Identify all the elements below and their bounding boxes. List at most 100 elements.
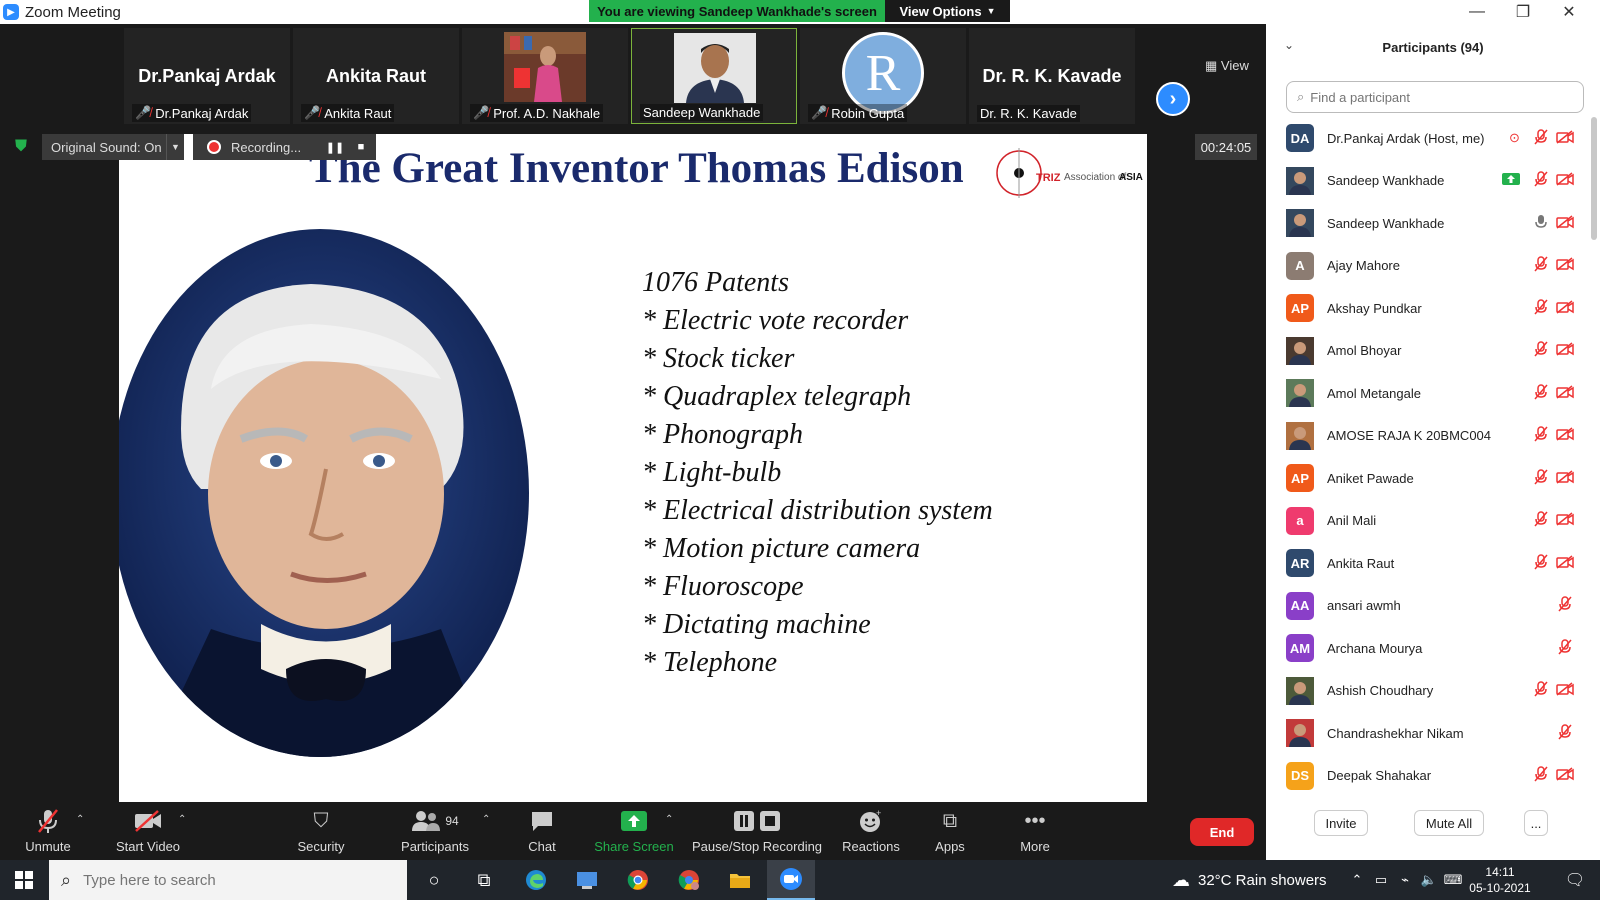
video-tile[interactable]: R 🎤̸ Robin Gupta bbox=[800, 28, 966, 124]
participant-row[interactable]: Ashish Choudhary bbox=[1266, 670, 1590, 713]
recording-label: Recording... bbox=[231, 139, 302, 155]
video-tile[interactable]: Ankita Raut 🎤̸ Ankita Raut bbox=[293, 28, 459, 124]
restore-button[interactable]: ❐ bbox=[1500, 0, 1546, 24]
participant-row[interactable]: AMOSE RAJA K 20BMC004 bbox=[1266, 415, 1590, 458]
reactions-button[interactable]: + Reactions bbox=[836, 804, 906, 860]
cortana-icon[interactable]: ○ bbox=[410, 860, 458, 900]
zoom-taskbar-icon[interactable] bbox=[767, 860, 815, 900]
mic-muted-icon bbox=[1534, 681, 1548, 700]
mic-muted-icon bbox=[1534, 171, 1548, 190]
participant-search-input[interactable] bbox=[1310, 89, 1561, 105]
task-view-icon[interactable]: ⧉ bbox=[460, 860, 508, 900]
apps-button[interactable]: ⧉ Apps bbox=[928, 804, 972, 860]
video-off-icon bbox=[1556, 555, 1574, 572]
taskbar-search[interactable]: ⌕ bbox=[49, 860, 407, 900]
view-button[interactable]: ▦ View bbox=[1205, 58, 1249, 74]
participant-row[interactable]: Amol Bhoyar bbox=[1266, 330, 1590, 373]
mute-all-button[interactable]: Mute All bbox=[1414, 810, 1484, 836]
battery-icon[interactable]: ▭ bbox=[1370, 860, 1392, 900]
chat-button[interactable]: Chat bbox=[520, 804, 564, 860]
windows-start-icon[interactable] bbox=[0, 860, 48, 900]
participant-row[interactable]: Chandrashekhar Nikam bbox=[1266, 712, 1590, 755]
participant-row[interactable]: a Anil Mali bbox=[1266, 500, 1590, 543]
participant-row[interactable]: A Ajay Mahore bbox=[1266, 245, 1590, 288]
participant-row[interactable]: Sandeep Wankhade bbox=[1266, 160, 1590, 203]
view-options-button[interactable]: View Options ▼ bbox=[885, 0, 1010, 22]
unmute-label: Unmute bbox=[25, 839, 71, 854]
video-tile[interactable]: Dr.Pankaj Ardak 🎤̸ Dr.Pankaj Ardak bbox=[124, 28, 290, 124]
notifications-icon[interactable]: 🗨 bbox=[1560, 860, 1590, 900]
participant-name: Archana Mourya bbox=[1327, 640, 1423, 656]
participant-name: Ankita Raut bbox=[1327, 555, 1395, 571]
participant-row[interactable]: AP Akshay Pundkar bbox=[1266, 287, 1590, 330]
video-off-icon bbox=[1556, 682, 1574, 699]
video-off-icon bbox=[1556, 767, 1574, 784]
participant-name: Anil Mali bbox=[1327, 513, 1377, 529]
clock-time: 14:11 bbox=[1485, 865, 1515, 879]
viewing-banner: You are viewing Sandeep Wankhade's scree… bbox=[589, 0, 885, 22]
volume-icon[interactable]: 🔈 bbox=[1418, 860, 1440, 900]
participant-row[interactable]: AP Aniket Pawade bbox=[1266, 457, 1590, 500]
participant-avatar: AP bbox=[1286, 294, 1314, 323]
mic-on-icon bbox=[1534, 214, 1548, 233]
chrome-icon[interactable] bbox=[614, 860, 662, 900]
chevron-up-icon[interactable]: ⌃ bbox=[1346, 860, 1368, 900]
participants-options-caret-icon[interactable]: ⌃ bbox=[482, 814, 490, 825]
chevron-down-icon[interactable]: ▼ bbox=[166, 134, 184, 160]
file-explorer-icon[interactable] bbox=[716, 860, 764, 900]
invite-button[interactable]: Invite bbox=[1314, 810, 1368, 836]
panel-scrollbar[interactable] bbox=[1591, 117, 1597, 240]
participants-button[interactable]: 94 Participants bbox=[396, 804, 474, 860]
taskbar-search-input[interactable] bbox=[83, 871, 384, 889]
weather-widget[interactable]: ☁ 32°C Rain showers bbox=[1172, 860, 1327, 900]
window-title: Zoom Meeting bbox=[25, 3, 121, 21]
audio-options-caret-icon[interactable]: ⌃ bbox=[76, 814, 84, 825]
logo-triz-text: TRIZ bbox=[1036, 172, 1061, 184]
mic-muted-icon bbox=[1558, 639, 1572, 658]
tile-name: Ankita Raut bbox=[324, 105, 392, 121]
video-tile[interactable]: Dr. R. K. Kavade Dr. R. K. Kavade bbox=[969, 28, 1135, 124]
edge-icon[interactable] bbox=[512, 860, 560, 900]
logo-asia-text: ASIA bbox=[1119, 172, 1143, 183]
participant-row[interactable]: DA Dr.Pankaj Ardak (Host, me) ⊙ bbox=[1266, 117, 1590, 160]
input-indicator-icon[interactable]: ⌨ bbox=[1442, 860, 1464, 900]
participant-row[interactable]: Sandeep Wankhade bbox=[1266, 202, 1590, 245]
file-app-icon[interactable] bbox=[563, 860, 611, 900]
video-tile[interactable]: 🎤̸ Prof. A.D. Nakhale bbox=[462, 28, 628, 124]
patent-list-item: * Motion picture camera bbox=[642, 533, 921, 564]
participant-row[interactable]: DS Deepak Shahakar bbox=[1266, 755, 1590, 798]
participant-row[interactable]: AA ansari awmh bbox=[1266, 585, 1590, 628]
participant-row[interactable]: AR Ankita Raut bbox=[1266, 542, 1590, 585]
end-meeting-button[interactable]: End bbox=[1190, 818, 1254, 846]
search-icon: ⌕ bbox=[1297, 89, 1305, 104]
tile-label: 🎤̸ Prof. A.D. Nakhale bbox=[470, 104, 604, 122]
more-options-button[interactable]: ... bbox=[1524, 810, 1548, 836]
network-icon[interactable]: ⌁ bbox=[1394, 860, 1416, 900]
pause-stop-label: Pause/Stop Recording bbox=[691, 839, 823, 854]
video-tile-active-speaker[interactable]: Sandeep Wankhade bbox=[631, 28, 797, 124]
pause-recording-icon[interactable]: ❚❚ bbox=[323, 134, 347, 160]
video-off-icon bbox=[1556, 470, 1574, 487]
stop-recording-icon[interactable]: ■ bbox=[349, 134, 373, 160]
minimize-button[interactable]: — bbox=[1454, 0, 1500, 24]
participant-row[interactable]: AM Archana Mourya bbox=[1266, 627, 1590, 670]
close-button[interactable]: ✕ bbox=[1546, 0, 1592, 24]
unmute-button[interactable]: Unmute bbox=[16, 804, 80, 860]
chrome-profile-icon[interactable] bbox=[665, 860, 713, 900]
share-screen-button[interactable]: Share Screen bbox=[594, 804, 674, 860]
mic-muted-icon bbox=[1558, 596, 1572, 615]
share-options-caret-icon[interactable]: ⌃ bbox=[665, 814, 673, 825]
participant-name: Dr.Pankaj Ardak (Host, me) bbox=[1327, 130, 1485, 146]
video-options-caret-icon[interactable]: ⌃ bbox=[178, 814, 186, 825]
next-page-arrow-icon[interactable]: › bbox=[1156, 82, 1190, 116]
encryption-shield-icon[interactable]: ⛊ bbox=[10, 136, 32, 158]
meeting-toolbar: Unmute ⌃ Start Video ⌃ ⛉ Security 94 Par… bbox=[0, 804, 1266, 860]
more-button[interactable]: ••• More bbox=[1012, 804, 1058, 860]
taskbar-clock[interactable]: 14:11 05-10-2021 bbox=[1468, 864, 1532, 896]
participant-row[interactable]: Amol Metangale bbox=[1266, 372, 1590, 415]
start-video-button[interactable]: Start Video bbox=[108, 804, 188, 860]
original-sound-toggle[interactable]: Original Sound: On ▼ bbox=[42, 134, 184, 160]
participant-search[interactable]: ⌕ bbox=[1286, 81, 1584, 113]
pause-stop-recording-button[interactable]: Pause/Stop Recording bbox=[690, 804, 824, 860]
security-button[interactable]: ⛉ Security bbox=[288, 804, 354, 860]
